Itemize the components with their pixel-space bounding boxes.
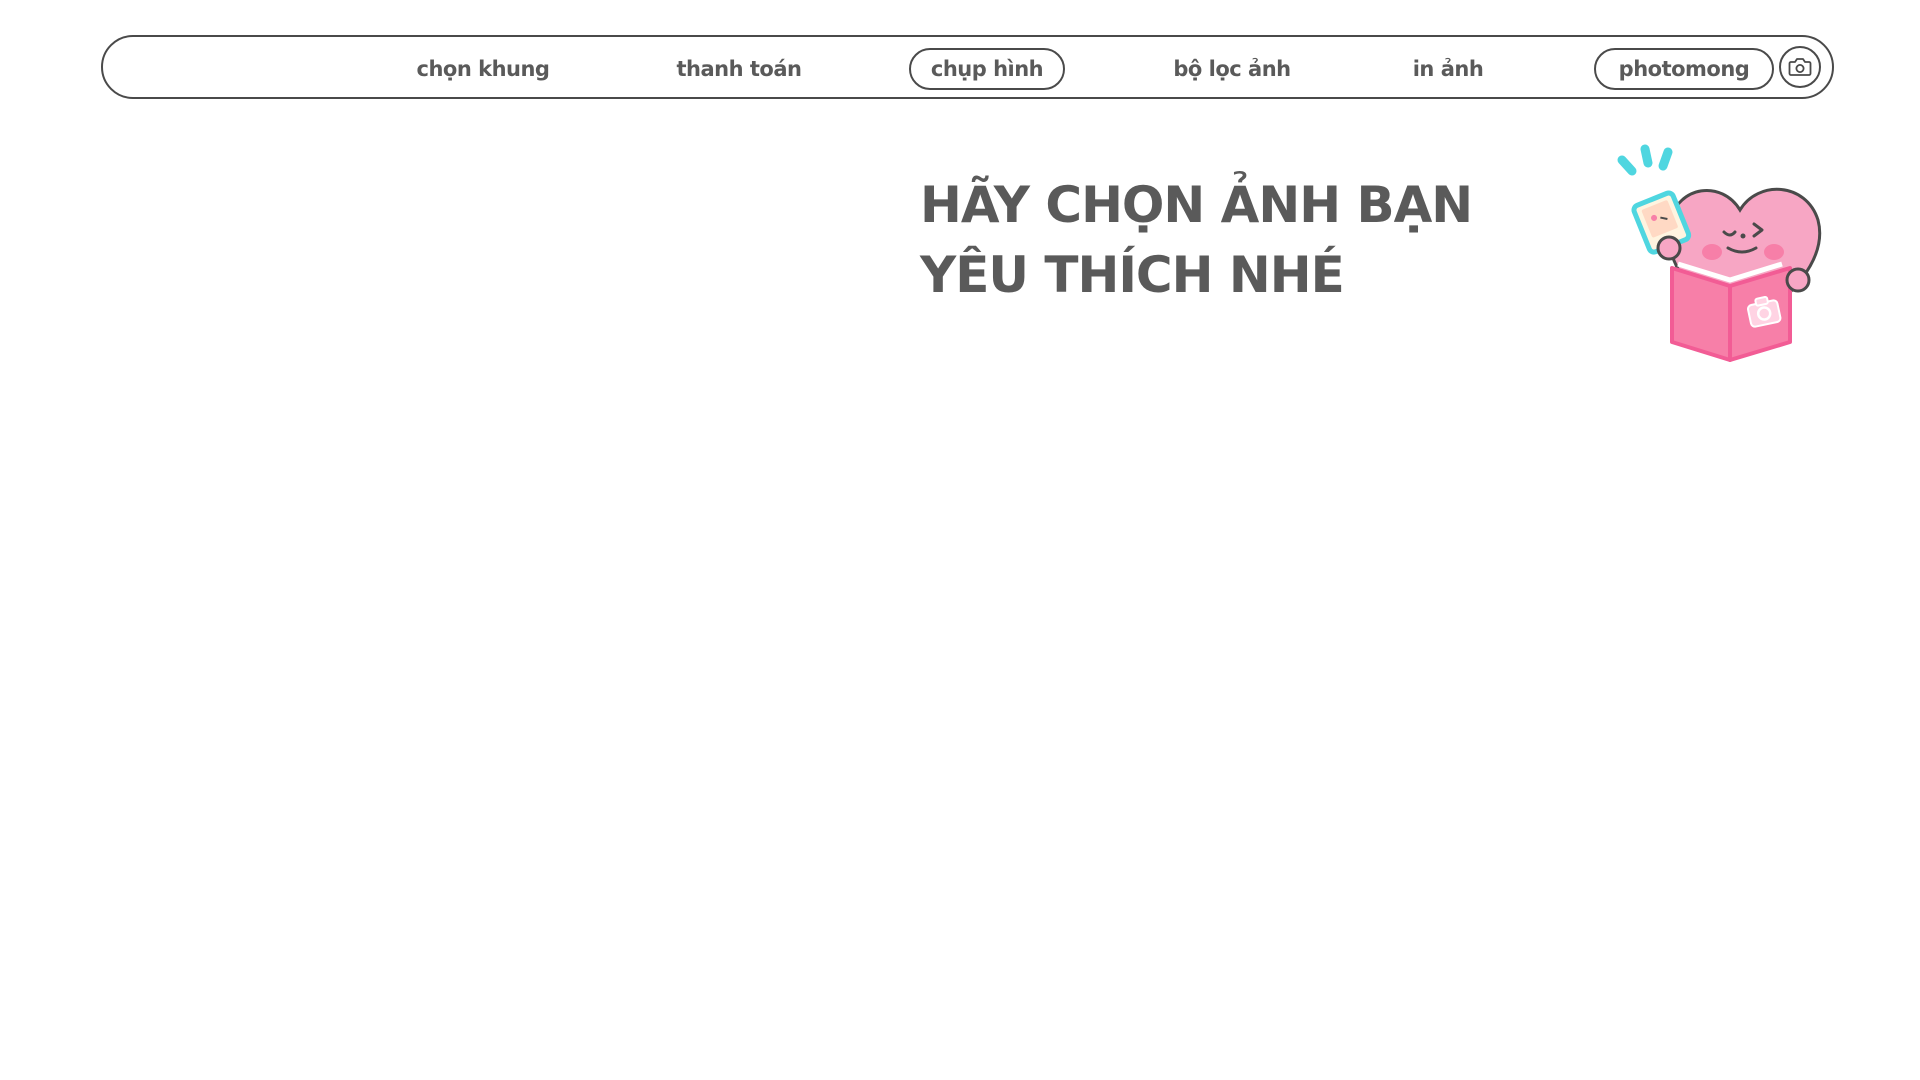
top-navbar: chọn khung thanh toán chụp hình bộ lọc ả…	[101, 35, 1834, 99]
nav-item-thanh-toan[interactable]: thanh toán	[659, 48, 819, 90]
nav-item-chon-khung[interactable]: chọn khung	[398, 48, 568, 90]
camera-button[interactable]	[1779, 46, 1821, 88]
nav-item-chup-hinh[interactable]: chụp hình	[909, 48, 1065, 90]
page-headline: HÃY CHỌN ẢNH BẠN YÊU THÍCH NHÉ	[920, 170, 1473, 310]
headline-line-2: YÊU THÍCH NHÉ	[920, 246, 1345, 304]
camera-icon	[1788, 58, 1812, 76]
sparkle-icon	[1617, 144, 1673, 176]
brand-button[interactable]: photomong	[1594, 48, 1774, 90]
headline-line-1: HÃY CHỌN ẢNH BẠN	[920, 176, 1473, 234]
nav-item-in-anh[interactable]: in ảnh	[1393, 48, 1503, 90]
nav-item-bo-loc-anh[interactable]: bộ lọc ảnh	[1157, 48, 1307, 90]
heart-mascot-icon	[1617, 144, 1822, 362]
